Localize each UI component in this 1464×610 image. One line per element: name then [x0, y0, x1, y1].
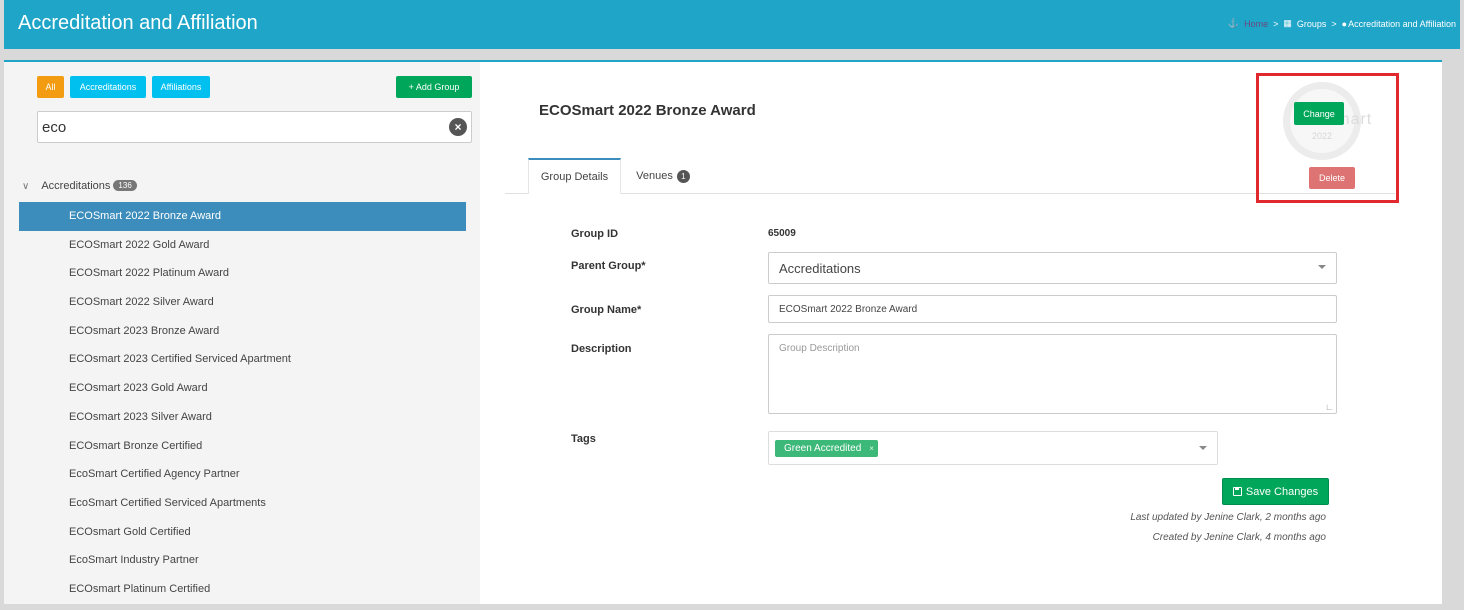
groups-icon: ▦ — [1283, 18, 1292, 28]
tree-item[interactable]: ECOSmart 2022 Gold Award — [19, 231, 466, 260]
page-header: Accreditation and Affiliation ⚓ Home > ▦… — [4, 0, 1460, 49]
group-id-label: Group ID — [571, 228, 619, 240]
tree-root-accreditations[interactable]: ∨ Accreditations 136 — [22, 180, 137, 192]
add-group-button[interactable]: + Add Group — [396, 76, 472, 98]
tree-item[interactable]: ECOsmart Gold Certified — [19, 518, 466, 547]
tab-label: Group Details — [540, 171, 609, 183]
group-id-value: 65009 — [768, 228, 796, 239]
description-textarea[interactable] — [768, 334, 1337, 414]
breadcrumb-separator: > — [1273, 18, 1279, 29]
created-text: Created by Jenine Clark, 4 months ago — [1152, 532, 1326, 543]
tree-item[interactable]: EcoSmart Certified Agency Partner — [19, 460, 466, 489]
filter-accreditations-button[interactable]: Accreditations — [70, 76, 146, 98]
group-name-input[interactable] — [768, 295, 1337, 323]
tag-label: Green Accredited — [784, 443, 862, 454]
group-tree-list: ECOSmart 2022 Bronze Award ECOSmart 2022… — [19, 202, 466, 604]
tree-item[interactable]: ECOsmart 2023 Silver Award — [19, 403, 466, 432]
caret-down-icon — [1199, 446, 1207, 450]
breadcrumb-current: Accreditation and Affiliation — [1348, 18, 1456, 29]
change-image-button[interactable]: Change — [1294, 102, 1344, 125]
tags-select[interactable]: Green Accredited × — [768, 431, 1218, 465]
breadcrumb-separator: > — [1331, 18, 1337, 29]
parent-group-value: Accreditations — [779, 261, 861, 276]
delete-image-button[interactable]: Delete — [1309, 167, 1355, 189]
logo-year: 2022 — [1311, 131, 1333, 141]
search-input[interactable] — [42, 112, 442, 142]
filter-affiliations-button[interactable]: Affiliations — [152, 76, 210, 98]
save-label: Save Changes — [1245, 485, 1319, 498]
page-title: Accreditation and Affiliation — [18, 12, 258, 34]
tree-item[interactable]: ECOsmart Platinum Certified — [19, 575, 466, 604]
group-title: ECOSmart 2022 Bronze Award — [539, 102, 756, 119]
tree-item[interactable]: ECOsmart 2023 Bronze Award — [19, 317, 466, 346]
tree-root-label: Accreditations — [41, 180, 111, 192]
tree-item[interactable]: EcoSmart Certified Serviced Apartments — [19, 489, 466, 518]
tab-label: Venues — [636, 170, 673, 182]
parent-group-label: Parent Group* — [571, 260, 646, 272]
chevron-down-icon[interactable]: ∨ — [22, 181, 29, 192]
home-icon: ⚓ — [1227, 18, 1240, 28]
save-changes-button[interactable]: Save Changes — [1222, 478, 1329, 505]
last-updated-text: Last updated by Jenine Clark, 2 months a… — [1130, 512, 1326, 523]
caret-down-icon — [1318, 265, 1326, 269]
count-badge: 136 — [113, 180, 137, 191]
tab-venues[interactable]: Venues 1 — [623, 158, 703, 194]
tree-item[interactable]: EcoSmart Industry Partner — [19, 546, 466, 575]
tree-item[interactable]: ECOSmart 2022 Platinum Award — [19, 259, 466, 288]
remove-tag-icon[interactable]: × — [869, 444, 874, 453]
group-sidebar: All Accreditations Affiliations + Add Gr… — [4, 62, 480, 604]
resize-handle-icon[interactable]: ∟ — [1325, 402, 1334, 412]
tag-chip: Green Accredited × — [775, 440, 878, 457]
tree-item[interactable]: ECOSmart 2022 Bronze Award — [19, 202, 466, 231]
parent-group-select[interactable]: Accreditations — [768, 252, 1337, 284]
description-label: Description — [571, 343, 632, 355]
tab-group-details[interactable]: Group Details — [528, 158, 621, 194]
venues-count-badge: 1 — [676, 169, 690, 183]
clear-search-icon[interactable]: × — [449, 118, 467, 136]
tree-item[interactable]: ECOsmart Bronze Certified — [19, 432, 466, 461]
main-panel: All Accreditations Affiliations + Add Gr… — [4, 60, 1442, 604]
filter-all-button[interactable]: All — [37, 76, 64, 98]
tree-item[interactable]: ECOsmart 2023 Certified Serviced Apartme… — [19, 345, 466, 374]
breadcrumb-groups[interactable]: Groups — [1297, 19, 1327, 29]
breadcrumb-home[interactable]: Home — [1244, 19, 1268, 29]
circle-icon: ● — [1341, 18, 1348, 29]
tags-label: Tags — [571, 433, 596, 445]
search-box: × — [37, 111, 472, 143]
breadcrumb: ⚓ Home > ▦ Groups > ● Accreditation and A… — [1228, 18, 1456, 29]
save-icon — [1232, 487, 1242, 496]
tree-item[interactable]: ECOSmart 2022 Silver Award — [19, 288, 466, 317]
group-name-label: Group Name* — [571, 304, 642, 316]
tree-item[interactable]: ECOsmart 2023 Gold Award — [19, 374, 466, 403]
